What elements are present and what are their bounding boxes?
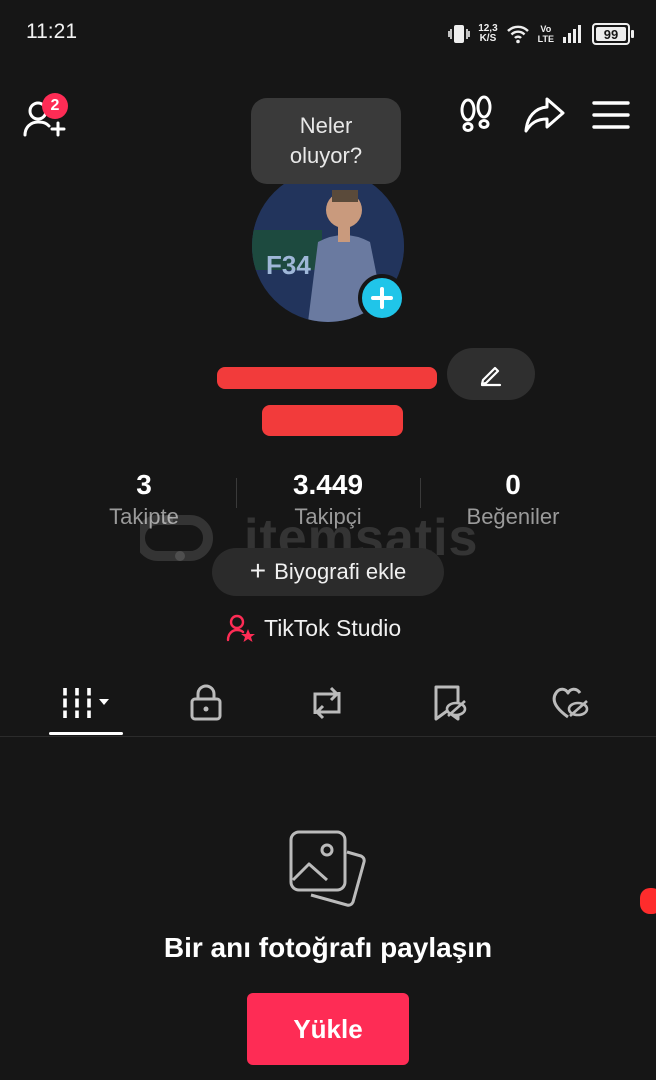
stat-divider xyxy=(420,478,421,508)
empty-state-message: Bir anı fotoğrafı paylaşın xyxy=(163,932,493,963)
status-time: 11:21 xyxy=(26,20,77,43)
menu-button[interactable] xyxy=(592,95,632,135)
wifi-icon xyxy=(506,25,529,44)
share-icon xyxy=(524,97,565,133)
plus-icon: + xyxy=(249,554,267,586)
tab-favorites[interactable] xyxy=(395,672,505,734)
username-redaction xyxy=(262,405,403,436)
notification-badge: 2 xyxy=(42,93,68,119)
stat-value: 3.449 xyxy=(292,469,364,500)
share-profile-button[interactable] xyxy=(523,95,565,135)
stat-value: 3 xyxy=(136,469,152,500)
lock-icon xyxy=(190,684,222,721)
tab-private[interactable] xyxy=(151,672,261,734)
status-icons: 12,3 K/S Vo LTE 99 xyxy=(448,20,634,48)
network-speed: 12,3 K/S xyxy=(478,23,498,44)
studio-person-star-icon xyxy=(226,614,255,642)
tab-reposts[interactable] xyxy=(272,672,382,734)
favorites-hidden-icon xyxy=(434,685,467,721)
signal-icon xyxy=(563,25,581,43)
vibrate-icon xyxy=(448,25,470,43)
photo-stack-icon xyxy=(287,828,369,910)
edit-profile-button[interactable] xyxy=(447,348,535,400)
svg-text:F34: F34 xyxy=(266,250,311,280)
name-redaction xyxy=(217,367,437,389)
stat-value: 0 xyxy=(505,469,521,500)
tiktok-studio-link[interactable]: TikTok Studio xyxy=(226,610,401,646)
add-bio-label: Biyografi ekle xyxy=(274,559,407,584)
footprints-icon xyxy=(460,95,492,132)
grid-icon xyxy=(62,688,109,718)
tiktok-studio-label: TikTok Studio xyxy=(264,614,402,641)
content-tabs xyxy=(0,672,656,737)
plus-icon xyxy=(371,287,393,309)
floating-edge-handle[interactable] xyxy=(640,888,656,914)
battery-indicator: 99 xyxy=(592,23,634,45)
pencil-icon xyxy=(480,366,502,387)
add-bio-button[interactable]: + Biyografi ekle xyxy=(212,548,444,596)
tab-videos[interactable] xyxy=(31,672,141,734)
active-tab-indicator xyxy=(49,732,123,735)
repost-icon xyxy=(313,686,341,720)
whats-happening-tooltip[interactable]: Neler oluyor? xyxy=(251,98,401,184)
add-friend-button[interactable]: 2 xyxy=(22,93,70,139)
stat-divider xyxy=(236,478,237,508)
footprints-button[interactable] xyxy=(456,95,496,135)
tab-liked[interactable] xyxy=(515,672,625,734)
liked-hidden-icon xyxy=(552,687,589,719)
volte-indicator: Vo LTE xyxy=(537,24,554,44)
add-story-button[interactable] xyxy=(358,274,406,322)
hamburger-menu-icon xyxy=(592,101,630,129)
upload-button[interactable]: Yükle xyxy=(247,993,409,1065)
